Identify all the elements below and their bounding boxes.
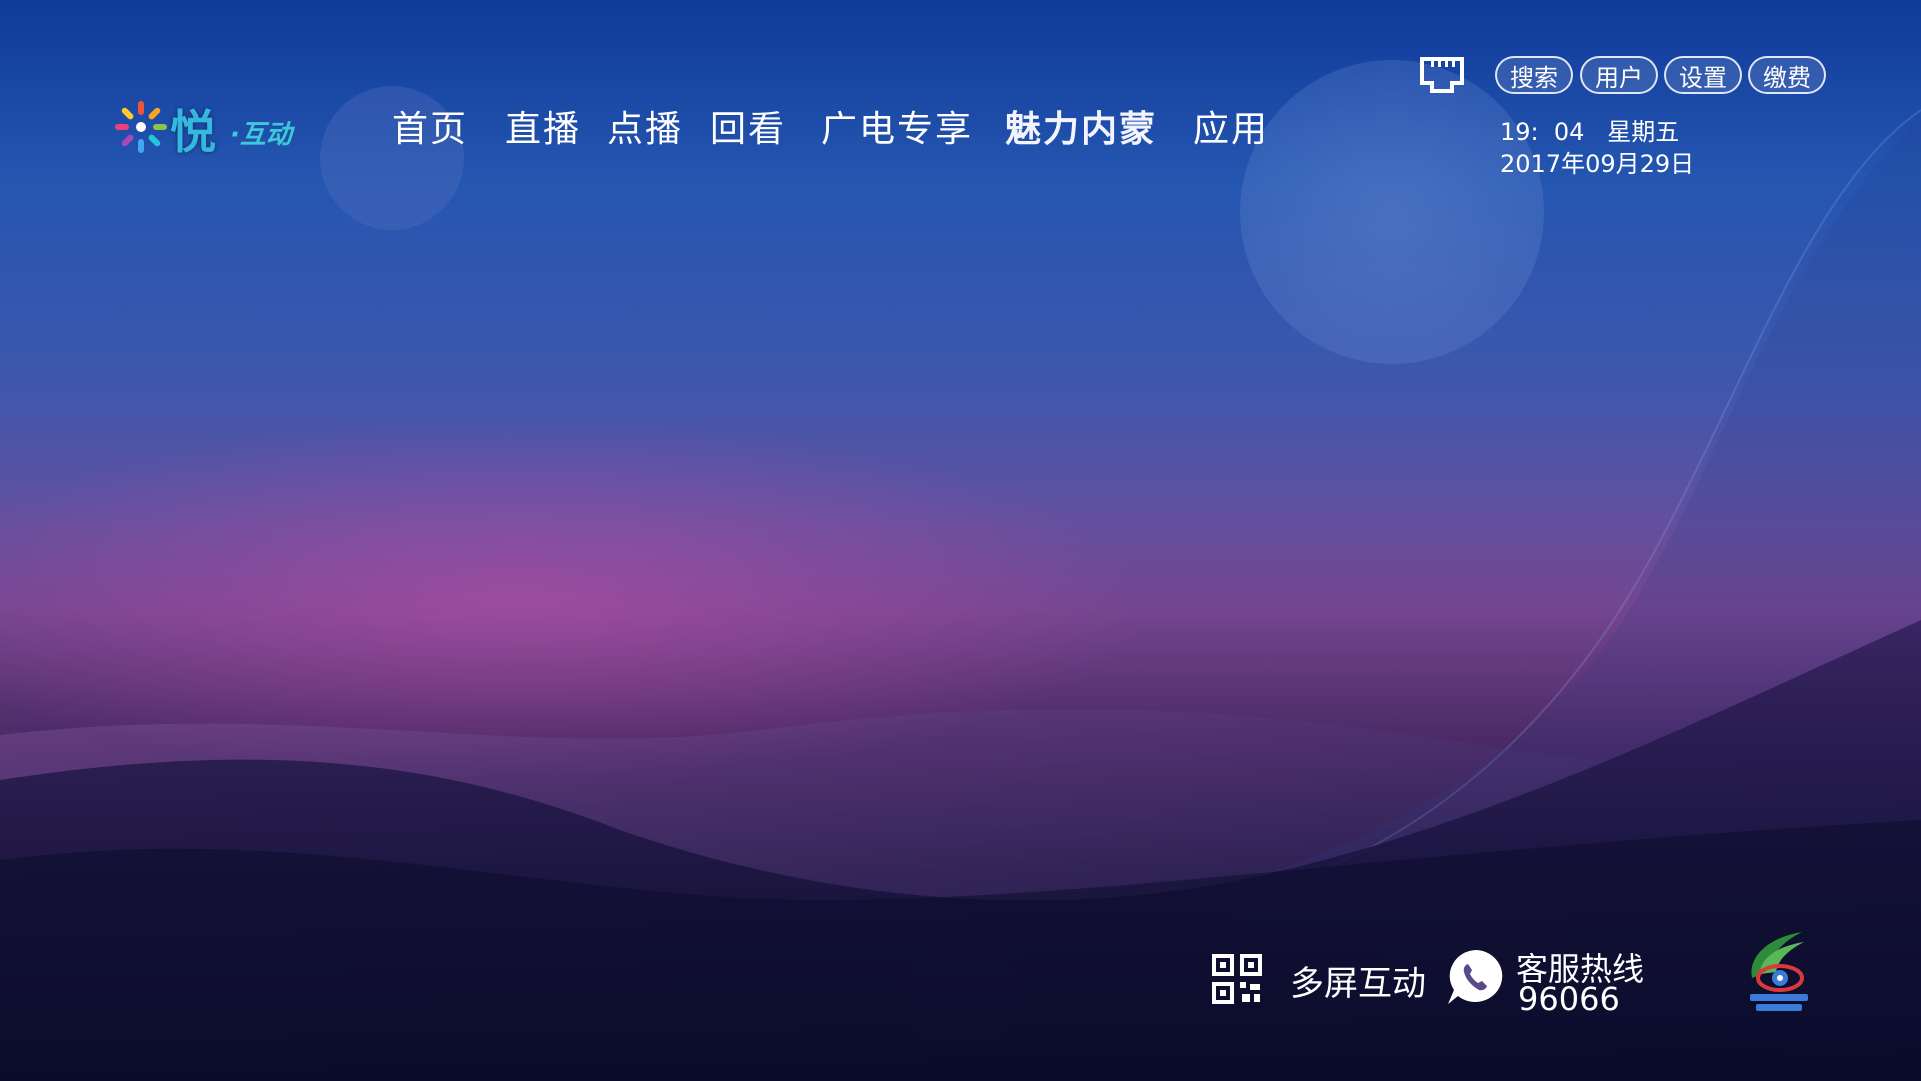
hotline-number: 96066	[1518, 980, 1620, 1018]
user-button[interactable]: 用户	[1580, 56, 1658, 94]
logo-main-text: 悦	[170, 105, 216, 159]
nav-item-apps[interactable]: 应用	[1193, 100, 1269, 152]
nav-item-live[interactable]: 直播	[505, 100, 581, 152]
qr-code-icon[interactable]	[1212, 954, 1262, 1004]
nav-item-replay[interactable]: 回看	[710, 100, 786, 152]
nav-item-broadcast-exclusive[interactable]: 广电专享	[821, 100, 973, 152]
multiscreen-label[interactable]: 多屏互动	[1290, 956, 1426, 1005]
nav-item-inner-mongolia[interactable]: 魅力内蒙	[1005, 100, 1157, 152]
tv-home-screen: 悦 ·互动 首页 直播 点播 回看 广电专享 魅力内蒙 应用 搜索 用户 设置 …	[0, 0, 1921, 1081]
phone-icon	[1448, 950, 1503, 1004]
app-logo: 悦 ·互动	[112, 92, 292, 162]
nav-item-vod[interactable]: 点播	[607, 100, 683, 152]
clock-time: 19: 04 星期五	[1500, 118, 1680, 146]
decor-circle-right	[1240, 60, 1544, 364]
broadcaster-logo-icon	[1750, 932, 1808, 1011]
payment-button[interactable]: 缴费	[1748, 56, 1826, 94]
nav-item-home[interactable]: 首页	[392, 100, 468, 152]
search-button[interactable]: 搜索	[1495, 56, 1573, 94]
logo-flower-icon	[115, 101, 167, 153]
settings-button[interactable]: 设置	[1664, 56, 1742, 94]
network-port-icon	[1420, 57, 1464, 93]
logo-sub-text: ·互动	[230, 120, 292, 150]
clock-date: 2017年09月29日	[1500, 150, 1695, 178]
